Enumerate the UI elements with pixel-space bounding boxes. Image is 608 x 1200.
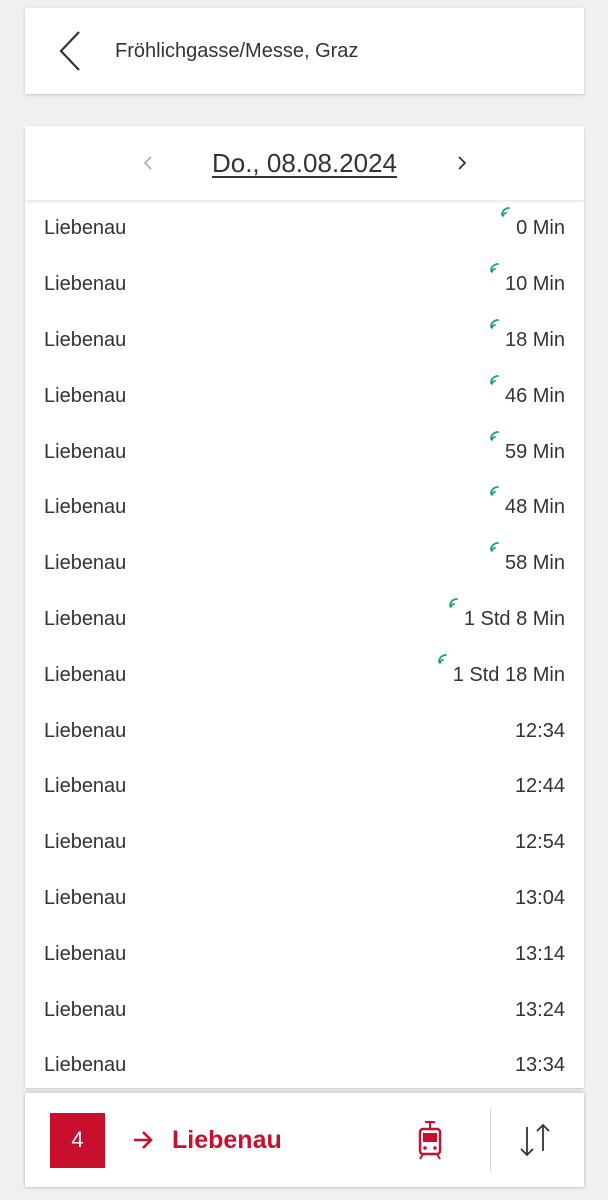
realtime-signal-icon bbox=[437, 653, 447, 664]
realtime-signal-icon bbox=[448, 598, 458, 608]
top-bar: Fröhlichgasse/Messe, Graz bbox=[25, 8, 584, 94]
departure-destination: Liebenau bbox=[44, 496, 127, 519]
departure-time: 12:44 bbox=[514, 775, 565, 798]
departure-row[interactable]: Liebenau 10 Min bbox=[25, 257, 584, 313]
departure-time-wrapper: 0 Min bbox=[501, 207, 565, 240]
realtime-signal-icon bbox=[501, 207, 510, 218]
chevron-left-icon bbox=[59, 31, 80, 71]
departure-row[interactable]: Liebenau 12:34 bbox=[25, 703, 584, 759]
tram-icon bbox=[418, 1121, 442, 1160]
departure-list: Liebenau 0 Min Liebenau 10 Min Liebenau 18 Mi… bbox=[25, 201, 584, 1088]
departure-destination: Liebenau bbox=[44, 942, 127, 965]
departure-destination: Liebenau bbox=[44, 719, 127, 742]
departure-time: 18 Min bbox=[504, 328, 565, 351]
footer-divider bbox=[490, 1109, 491, 1171]
departure-destination: Liebenau bbox=[44, 998, 127, 1021]
line-direction: Liebenau bbox=[172, 1125, 282, 1154]
realtime-signal-icon bbox=[490, 263, 499, 274]
line-badge: 4 bbox=[50, 1112, 105, 1168]
departure-time: 13:14 bbox=[514, 942, 565, 965]
departure-time-wrapper: 10 Min bbox=[490, 263, 565, 296]
arrow-right-icon bbox=[134, 1131, 153, 1149]
realtime-signal-icon bbox=[490, 486, 499, 497]
departure-time-wrapper: 18 Min bbox=[490, 319, 565, 352]
departure-destination: Liebenau bbox=[44, 217, 127, 240]
departure-row[interactable]: Liebenau 13:34 bbox=[25, 1038, 584, 1088]
departure-row[interactable]: Liebenau 59 Min bbox=[25, 424, 584, 480]
departure-time: 59 Min bbox=[504, 440, 565, 463]
departure-row[interactable]: Liebenau 13:04 bbox=[25, 871, 584, 927]
realtime-signal-icon bbox=[490, 374, 499, 385]
departure-row[interactable]: Liebenau 48 Min bbox=[25, 480, 584, 536]
swap-direction-icon[interactable] bbox=[515, 1121, 555, 1159]
departure-row[interactable]: Liebenau 12:54 bbox=[25, 815, 584, 871]
line-footer: 4 Liebenau bbox=[25, 1093, 584, 1187]
departure-time-wrapper: 59 Min bbox=[490, 430, 565, 464]
departure-time-wrapper: 13:34 bbox=[515, 1054, 565, 1077]
departures-panel: Do., 08.08.2024 Liebenau 0 Min Liebenau 10 … bbox=[25, 126, 584, 1088]
departure-row[interactable]: Liebenau 58 Min bbox=[25, 536, 584, 592]
chevron-left-icon bbox=[143, 156, 152, 170]
departure-destination: Liebenau bbox=[44, 831, 127, 854]
departure-time: 46 Min bbox=[504, 384, 565, 407]
departure-time-wrapper: 13:24 bbox=[515, 999, 565, 1022]
departure-time: 12:54 bbox=[514, 831, 565, 854]
departure-time-wrapper: 12:34 bbox=[515, 720, 565, 743]
departure-time: 10 Min bbox=[504, 273, 565, 296]
departure-time: 0 Min bbox=[516, 217, 565, 240]
departure-time-wrapper: 1 Std 8 Min bbox=[448, 598, 565, 631]
selected-date[interactable]: Do., 08.08.2024 bbox=[212, 148, 397, 179]
departure-row[interactable]: Liebenau 12:44 bbox=[25, 759, 584, 815]
departure-time: 13:04 bbox=[514, 886, 565, 909]
departure-time-wrapper: 12:54 bbox=[515, 831, 565, 854]
departure-time: 1 Std 18 Min bbox=[452, 663, 565, 686]
date-navigation: Do., 08.08.2024 bbox=[25, 126, 584, 201]
departure-time-wrapper: 12:44 bbox=[515, 775, 565, 798]
departure-destination: Liebenau bbox=[44, 552, 127, 575]
departure-destination: Liebenau bbox=[44, 607, 127, 630]
stop-name: Fröhlichgasse/Messe, Graz bbox=[115, 39, 359, 62]
departure-time: 13:24 bbox=[514, 998, 565, 1021]
departure-time-wrapper: 13:14 bbox=[515, 943, 565, 966]
departure-time: 12:34 bbox=[514, 719, 565, 742]
departure-destination: Liebenau bbox=[44, 775, 127, 798]
departure-destination: Liebenau bbox=[44, 1054, 127, 1077]
realtime-signal-icon bbox=[490, 430, 499, 441]
departure-time: 48 Min bbox=[504, 496, 565, 519]
back-button[interactable] bbox=[25, 8, 115, 94]
departure-time: 1 Std 8 Min bbox=[463, 607, 565, 630]
departure-time-wrapper: 13:04 bbox=[515, 887, 565, 910]
realtime-signal-icon bbox=[490, 319, 499, 329]
departure-destination: Liebenau bbox=[44, 663, 127, 686]
departure-row[interactable]: Liebenau 1 Std 18 Min bbox=[25, 647, 584, 703]
departure-time: 13:34 bbox=[514, 1054, 565, 1077]
departure-destination: Liebenau bbox=[44, 886, 127, 909]
previous-date-button[interactable] bbox=[133, 148, 163, 178]
next-date-button[interactable] bbox=[447, 148, 477, 178]
departure-destination: Liebenau bbox=[44, 384, 127, 407]
departure-time: 58 Min bbox=[504, 552, 565, 575]
departure-row[interactable]: Liebenau 18 Min bbox=[25, 313, 584, 369]
departure-time-wrapper: 46 Min bbox=[490, 374, 565, 408]
departure-row[interactable]: Liebenau 1 Std 8 Min bbox=[25, 592, 584, 648]
departure-time-wrapper: 48 Min bbox=[490, 486, 565, 519]
departure-destination: Liebenau bbox=[44, 440, 127, 463]
departure-time-wrapper: 1 Std 18 Min bbox=[437, 653, 565, 687]
departure-destination: Liebenau bbox=[44, 273, 127, 296]
departure-row[interactable]: Liebenau 13:14 bbox=[25, 926, 584, 982]
departure-destination: Liebenau bbox=[44, 328, 127, 351]
departure-row[interactable]: Liebenau 46 Min bbox=[25, 368, 584, 424]
chevron-right-icon bbox=[458, 156, 467, 170]
realtime-signal-icon bbox=[490, 542, 499, 553]
departure-row[interactable]: Liebenau 13:24 bbox=[25, 982, 584, 1038]
departure-row[interactable]: Liebenau 0 Min bbox=[25, 201, 584, 257]
departure-time-wrapper: 58 Min bbox=[490, 542, 565, 575]
